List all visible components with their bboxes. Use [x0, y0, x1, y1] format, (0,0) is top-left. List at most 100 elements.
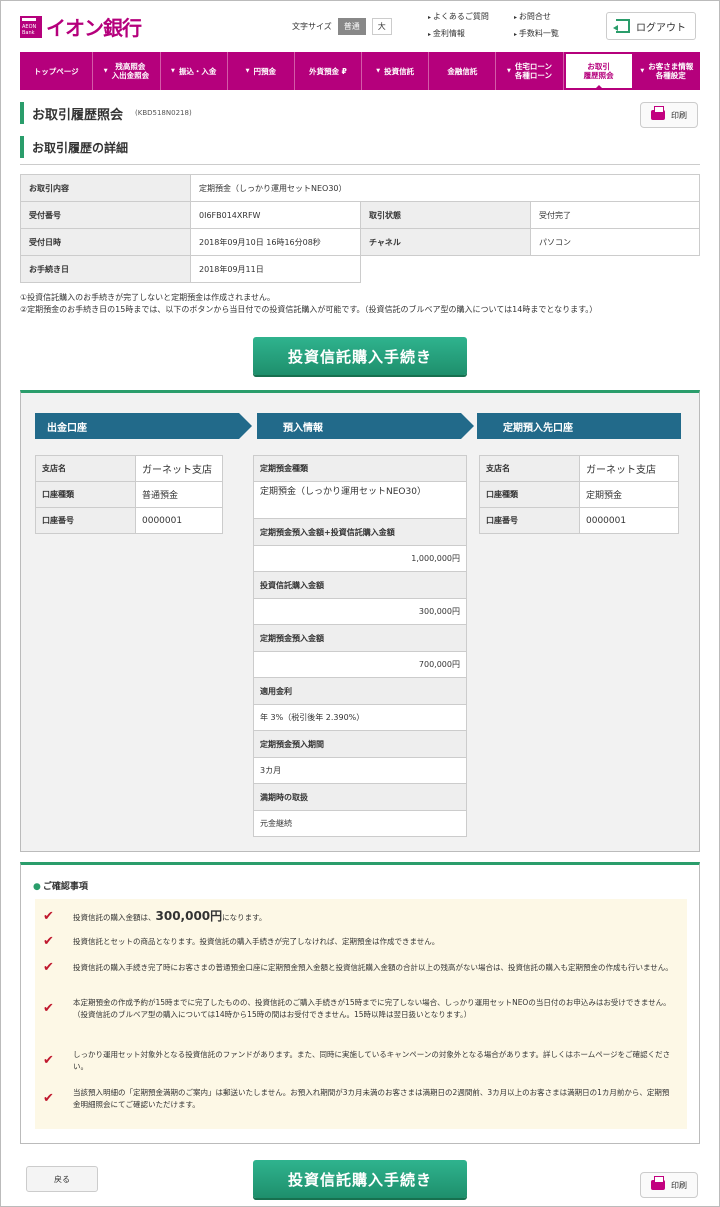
cell-label: 口座番号	[35, 507, 136, 534]
logo-text: イオン銀行	[46, 16, 142, 40]
logo-small-text: AEON Bank	[22, 23, 37, 36]
buy-trust-button-bottom[interactable]: 投資信託購入手続き	[253, 1160, 467, 1198]
logout-button[interactable]: ログアウト	[606, 12, 696, 40]
cell-value: 定期預金	[579, 481, 679, 508]
note-2: ②定期預金のお手続き日の15時までは、以下のボタンから当日付での投資信託購入が可…	[20, 305, 598, 314]
buy-trust-button-top[interactable]: 投資信託購入手続き	[253, 337, 467, 375]
nav-settings[interactable]: お客さま情報 各種設定	[634, 52, 700, 90]
cell-value: ガーネット支店	[579, 455, 679, 482]
item-value: 300,000円	[253, 599, 467, 625]
nav-yen-deposit[interactable]: 円預金	[228, 52, 295, 90]
list-item: ✔ 投資信託とセットの商品となります。投資信託の購入手続きが完了しなければ、定期…	[43, 935, 673, 949]
fees-link[interactable]: 手数料一覧	[514, 28, 598, 39]
cell-label: 支店名	[479, 455, 580, 482]
item-label: 定期預金種類	[253, 455, 467, 482]
cell-value: 0I6FB014XRFW	[190, 201, 361, 229]
cell-value: 0000001	[579, 507, 679, 534]
notes: ①投資信託購入のお手続きが完了しないと定期預金は作成されません。 ②定期預金のお…	[20, 292, 700, 316]
cell-label: 口座種類	[35, 481, 136, 508]
amount-text: 300,000円	[155, 909, 223, 923]
nav-top[interactable]: トップページ	[20, 52, 94, 90]
back-button[interactable]: 戻る	[26, 1166, 98, 1192]
flow-header-deposit-info: 預入情報	[257, 413, 474, 439]
rates-link[interactable]: 金利情報	[428, 28, 514, 39]
bank-logo[interactable]: AEON Bank イオン銀行	[20, 12, 142, 41]
logout-label: ログアウト	[636, 22, 686, 34]
page-title: お取引履歴照会 (KBD518N0218)	[20, 102, 192, 124]
font-large-button[interactable]: 大	[371, 18, 392, 35]
faq-link[interactable]: よくあるご質問	[428, 11, 514, 22]
nav-balance[interactable]: 残高照会 入出金照会	[93, 52, 161, 90]
item-text: 投資信託の購入金額は、300,000円になります。	[73, 907, 266, 926]
item-text: 当該預入明細の「定期預金満期のご案内」は郵送いたしません。お預入れ期間が3カ月未…	[73, 1088, 670, 1109]
font-size-switcher: 文字サイズ 普通 大	[292, 18, 392, 35]
checklist: ✔ 投資信託の購入金額は、300,000円になります。 ✔ 投資信託とセットの商…	[35, 899, 687, 1129]
nav-loans[interactable]: 住宅ローン 各種ローン	[496, 52, 564, 90]
cell-label: 口座番号	[479, 507, 580, 534]
item-value: 年 3%（税引後年 2.390%）	[253, 705, 467, 731]
list-item: ✔ 本定期預金の作成予約が15時までに完了したものの、投資信託のご購入手続きが1…	[43, 997, 673, 1021]
item-label: 投資信託購入金額	[253, 572, 467, 599]
table-row: 支店名 ガーネット支店	[479, 455, 679, 482]
nav-investment-trust[interactable]: 投資信託	[362, 52, 430, 90]
cell-value: 2018年09月11日	[190, 255, 361, 283]
print-label: 印刷	[671, 1180, 687, 1190]
nav-financial-trust[interactable]: 金融信託	[429, 52, 497, 90]
contact-link[interactable]: お問合せ	[514, 11, 598, 22]
check-icon: ✔	[43, 960, 54, 975]
item-value: 1,000,000円	[253, 546, 467, 572]
item-text-pre: 投資信託の購入金額は、	[73, 913, 156, 922]
item-text: しっかり運用セット対象外となる投資信託のファンドがあります。また、同時に実施して…	[73, 1050, 671, 1071]
transaction-info-table: お取引内容 定期預金（しっかり運用セットNEO30） 受付番号 0I6FB014…	[20, 174, 700, 283]
item-text: 投資信託とセットの商品となります。投資信託の購入手続きが完了しなければ、定期預金…	[73, 937, 440, 946]
flow-header-withdraw: 出金口座	[35, 413, 252, 439]
cell-value: 0000001	[135, 507, 223, 534]
item-text: 投資信託の購入手続き完了時にお客さまの普通預金口座に定期預金預入金額と投資信託購…	[73, 963, 673, 972]
cell-value: 2018年09月10日 16時16分08秒	[190, 228, 361, 256]
cell-value: 受付完了	[530, 201, 700, 229]
printer-icon	[651, 106, 665, 120]
deposit-info-stack: 定期預金種類 定期預金（しっかり運用セットNEO30） 定期預金預入金額+投資信…	[253, 455, 467, 837]
item-value: 3カ月	[253, 758, 467, 784]
table-row: 口座種類 定期預金	[479, 481, 679, 508]
print-button-bottom[interactable]: 印刷	[640, 1172, 698, 1198]
main-nav: トップページ 残高照会 入出金照会 振込・入金 円預金 外貨預金 ₽ 投資信託 …	[20, 52, 700, 90]
cell-value: 普通預金	[135, 481, 223, 508]
nav-foreign-deposit[interactable]: 外貨預金 ₽	[295, 52, 363, 90]
table-row: お手続き日 2018年09月11日	[20, 255, 700, 283]
withdraw-account-table: 支店名 ガーネット支店 口座種類 普通預金 口座番号 0000001	[35, 455, 223, 534]
print-button-top[interactable]: 印刷	[640, 102, 698, 128]
cell-label: 受付番号	[20, 201, 191, 229]
table-row: 支店名 ガーネット支店	[35, 455, 223, 482]
list-item: ✔ しっかり運用セット対象外となる投資信託のファンドがあります。また、同時に実施…	[43, 1049, 673, 1073]
cell-label: チャネル	[360, 228, 531, 256]
cell-label: お取引内容	[20, 174, 191, 202]
confirmation-panel: ご確認事項 ✔ 投資信託の購入金額は、300,000円になります。 ✔ 投資信託…	[20, 862, 700, 1144]
item-label: 満期時の取扱	[253, 784, 467, 811]
item-text-post: になります。	[222, 913, 267, 922]
font-normal-button[interactable]: 普通	[337, 18, 366, 35]
cell-label: 受付日時	[20, 228, 191, 256]
flow-panel: 出金口座 預入情報 定期預入先口座 支店名 ガーネット支店 口座種類 普通預金 口座…	[20, 390, 700, 852]
cell-value: ガーネット支店	[135, 455, 223, 482]
table-row: 口座番号 0000001	[479, 507, 679, 534]
item-label: 定期預金預入期間	[253, 731, 467, 758]
destination-account-table: 支店名 ガーネット支店 口座種類 定期預金 口座番号 0000001	[479, 455, 679, 534]
list-item: ✔ 投資信託の購入金額は、300,000円になります。	[43, 907, 673, 926]
table-row: 口座番号 0000001	[35, 507, 223, 534]
list-item: ✔ 投資信託の購入手続き完了時にお客さまの普通預金口座に定期預金預入金額と投資信…	[43, 961, 673, 975]
nav-history[interactable]: お取引 履歴照会	[563, 52, 634, 90]
section-title: お取引履歴の詳細	[20, 136, 128, 158]
page-code: (KBD518N0218)	[135, 109, 192, 117]
check-icon: ✔	[43, 1091, 54, 1106]
nav-transfer[interactable]: 振込・入金	[161, 52, 228, 90]
cell-label: 口座種類	[479, 481, 580, 508]
cell-label: 取引状態	[360, 201, 531, 229]
check-icon: ✔	[43, 934, 54, 949]
item-text: 本定期預金の作成予約が15時までに完了したものの、投資信託のご購入手続きが15時…	[73, 998, 671, 1019]
item-value: 定期預金（しっかり運用セットNEO30）	[253, 482, 467, 519]
item-value: 700,000円	[253, 652, 467, 678]
empty-cell	[360, 255, 700, 283]
print-label: 印刷	[671, 110, 687, 120]
aeon-logo-icon: AEON Bank	[20, 15, 42, 38]
